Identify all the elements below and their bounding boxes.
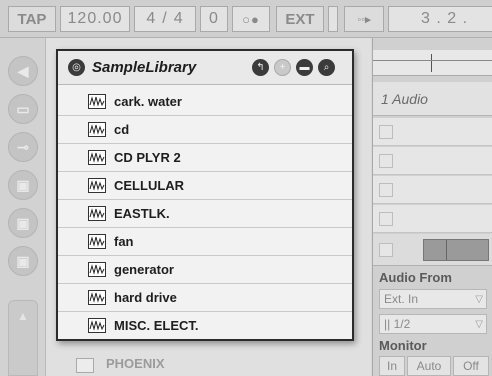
list-item-label: CD PLYR 2 [114, 150, 181, 165]
input-channel-value: || 1/2 [384, 317, 411, 331]
transport-bar: TAP 120.00 4 / 4 0 ○● EXT ◦◦▸ 3 . 2 . [0, 0, 492, 38]
track-activator[interactable] [423, 239, 489, 261]
hide-browser-button[interactable]: ◀ [8, 56, 38, 86]
plugin-browser-button[interactable]: ⊸ [8, 132, 38, 162]
monitor-label: Monitor [379, 338, 427, 353]
time-signature[interactable]: 4 / 4 [134, 6, 196, 32]
sample-library-panel: ◎ SampleLibrary ↰ + ▬ ⌕ cark. water cd C… [56, 49, 354, 341]
file-browser-1-button[interactable]: ▣ [8, 170, 38, 200]
monitor-in-button[interactable]: In [379, 356, 405, 376]
list-item-label: fan [114, 234, 134, 249]
tempo-field[interactable]: 120.00 [60, 6, 130, 32]
time-signature-denominator: 4 [173, 10, 184, 27]
file-browser-2-button[interactable]: ▣ [8, 208, 38, 238]
list-item[interactable]: CELLULAR [58, 172, 352, 200]
list-item[interactable]: CD PLYR 2 [58, 144, 352, 172]
time-signature-separator: / [162, 10, 168, 27]
metronome-button[interactable]: ○● [232, 6, 270, 32]
triangle-left-icon: ◀ [17, 62, 29, 79]
library-header: ◎ SampleLibrary ↰ + ▬ ⌕ [58, 51, 352, 85]
list-item[interactable]: MISC. ELECT. [58, 312, 352, 340]
list-item[interactable]: cark. water [58, 88, 352, 116]
waveform-icon [88, 290, 106, 305]
tap-button[interactable]: TAP [8, 6, 56, 32]
list-item[interactable]: EASTLK. [58, 200, 352, 228]
waveform-icon [88, 150, 106, 165]
parent-folder-icon[interactable]: ↰ [252, 59, 269, 76]
waveform-icon [88, 178, 106, 193]
plug-icon: ⊸ [17, 138, 29, 155]
search-icon[interactable]: ⌕ [318, 59, 335, 76]
ext-sync-button[interactable]: EXT [276, 6, 324, 32]
folder-icon: ▣ [16, 214, 30, 231]
track-panel: 1 Audio Audio From Ext. In ▽ || 1/2 ▽ Mo… [372, 38, 492, 376]
list-item-label: generator [114, 262, 174, 277]
waveform-icon [88, 122, 106, 137]
list-item-label: hard drive [114, 290, 177, 305]
browser-chooser: ◀ ▭ ⊸ ▣ ▣ ▣ ▲ [0, 38, 46, 376]
list-item[interactable]: hard drive [58, 284, 352, 312]
library-title: SampleLibrary [92, 59, 197, 76]
clip-slot[interactable] [373, 176, 492, 204]
stop-row [373, 234, 492, 266]
groove-field[interactable]: 0 [200, 6, 228, 32]
list-item[interactable]: generator [58, 256, 352, 284]
device-browser-button[interactable]: ▭ [8, 94, 38, 124]
waveform-icon [88, 318, 106, 333]
list-item-label: CELLULAR [114, 178, 185, 193]
clip-slot-button[interactable] [379, 212, 393, 226]
waveform-icon [76, 358, 94, 373]
input-channel-select[interactable]: || 1/2 ▽ [379, 314, 487, 334]
sync-indicator [328, 6, 338, 32]
waveform-icon [88, 206, 106, 221]
quantize-menu[interactable]: ◦◦▸ [344, 6, 384, 32]
audio-from-value: Ext. In [384, 292, 419, 306]
new-folder-icon[interactable]: + [274, 59, 291, 76]
browser-scrollbar[interactable]: ▲ [8, 300, 38, 376]
monitor-auto-button[interactable]: Auto [407, 356, 451, 376]
time-signature-numerator: 4 [146, 10, 157, 27]
waveform-icon [88, 234, 106, 249]
waveform-icon [88, 262, 106, 277]
clip-slot-button[interactable] [379, 125, 393, 139]
folder-icon: ▣ [16, 252, 30, 269]
chevron-down-icon: ▽ [475, 319, 483, 330]
clip-slot-button[interactable] [379, 183, 393, 197]
stop-clips-button[interactable] [379, 243, 393, 257]
song-position[interactable]: 3 . 2 . [388, 6, 492, 32]
headphones-icon[interactable]: ◎ [68, 59, 85, 76]
list-item[interactable]: fan [58, 228, 352, 256]
monitor-off-button[interactable]: Off [453, 356, 489, 376]
list-item-label: cark. water [114, 94, 182, 109]
list-item[interactable]: cd [58, 116, 352, 144]
list-item[interactable]: PHOENIX [106, 356, 165, 371]
track-name: 1 Audio [381, 91, 428, 107]
folder-icon: ▣ [16, 176, 30, 193]
list-item-label: cd [114, 122, 130, 137]
list-item-label: EASTLK. [114, 206, 170, 221]
clip-slot[interactable] [373, 118, 492, 146]
device-icon: ▭ [16, 100, 30, 117]
chevron-down-icon: ▽ [475, 294, 483, 305]
clip-slot-button[interactable] [379, 154, 393, 168]
audio-from-label: Audio From [379, 270, 452, 285]
clip-slot[interactable] [373, 147, 492, 175]
scroll-up-icon: ▲ [17, 309, 29, 323]
waveform-icon [88, 94, 106, 109]
track-header[interactable]: 1 Audio [373, 82, 492, 116]
audio-from-select[interactable]: Ext. In ▽ [379, 289, 487, 309]
preview-icon[interactable]: ▬ [296, 59, 313, 76]
list-item-label: MISC. ELECT. [114, 318, 199, 333]
clip-slot[interactable] [373, 205, 492, 233]
track-ruler [373, 50, 492, 76]
file-browser-3-button[interactable]: ▣ [8, 246, 38, 276]
